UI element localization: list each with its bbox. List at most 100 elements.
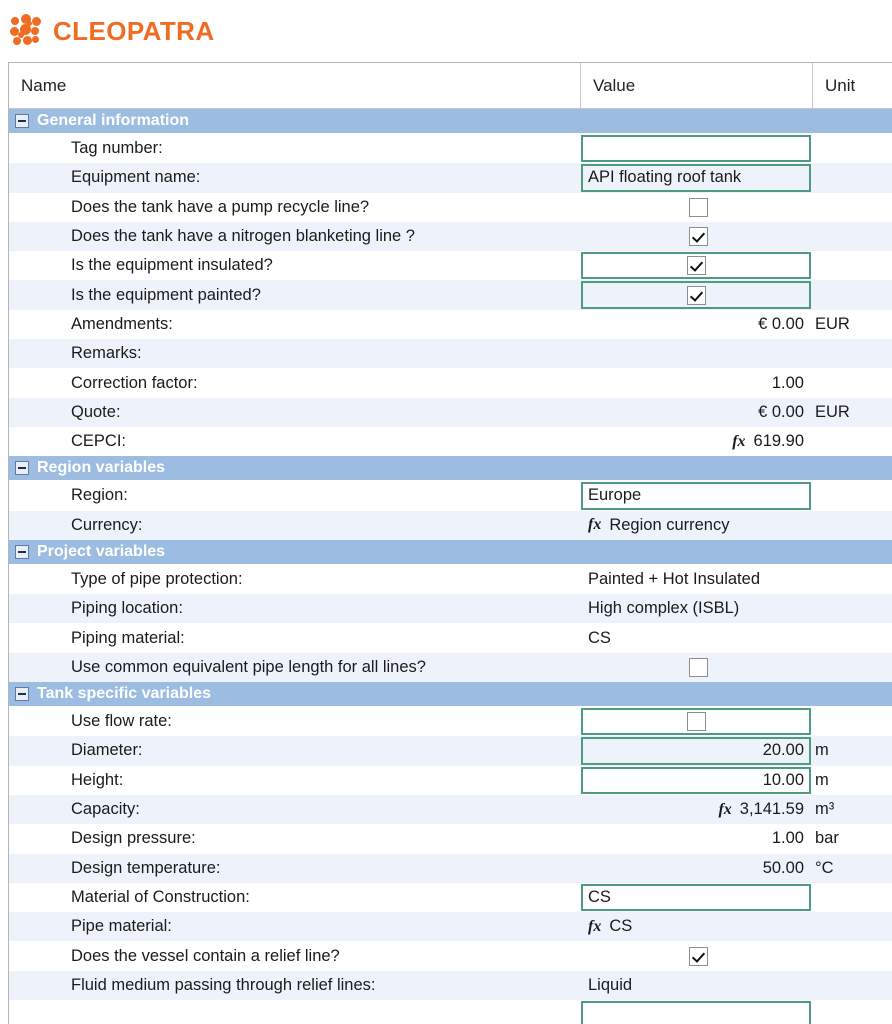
section-title: Region variables — [37, 459, 166, 477]
property-label: Type of pipe protection: — [71, 570, 243, 588]
value-text-wrap: CS — [588, 629, 808, 648]
collapse-minus-icon[interactable] — [15, 114, 29, 128]
property-value-cell: 1.00 — [580, 824, 812, 853]
section-header-row[interactable]: General information — [9, 109, 892, 134]
property-value: 1.00 — [771, 829, 804, 848]
property-value: 20.00 — [762, 741, 804, 760]
property-label: Diameter: — [71, 741, 143, 760]
property-label — [9, 1000, 580, 1024]
property-row: Region: Europe — [9, 481, 892, 511]
checkbox-unchecked[interactable] — [686, 712, 706, 732]
value-text-wrap: fx Region currency — [588, 516, 808, 535]
app-brand-header: CLEOPATRA — [0, 0, 892, 62]
grid-header-row: Name Value Unit — [9, 63, 892, 109]
property-checkbox-cell[interactable] — [580, 653, 812, 682]
property-checkbox-cell[interactable] — [580, 251, 812, 280]
property-row: Capacity: fx 3,141.59 m³ — [9, 794, 892, 825]
property-row: Fluid medium passing through relief line… — [9, 970, 892, 1001]
value-text-wrap: 20.00 — [588, 741, 808, 760]
editable-input-border — [581, 135, 811, 163]
property-checkbox-cell[interactable] — [580, 941, 812, 970]
property-value-cell[interactable]: CS — [580, 883, 812, 912]
collapse-minus-icon[interactable] — [15, 687, 29, 702]
section-header-row[interactable]: Region variables — [9, 456, 892, 482]
section-title: General information — [37, 112, 190, 129]
collapse-minus-icon[interactable] — [15, 461, 29, 476]
property-value-cell: fx Region currency — [580, 511, 812, 540]
property-row: Piping location: High complex (ISBL) — [9, 594, 892, 624]
property-checkbox-cell[interactable] — [580, 280, 812, 309]
checkbox-checked[interactable] — [686, 256, 706, 276]
value-text-wrap: fx 619.90 — [588, 432, 808, 451]
value-text-wrap: € 0.00 — [588, 403, 808, 422]
property-row: Material of Construction: CS — [9, 882, 892, 913]
collapse-minus-icon[interactable] — [15, 544, 29, 559]
property-row: Diameter: 20.00 m — [9, 736, 892, 766]
property-unit — [812, 594, 892, 623]
property-value: Painted + Hot Insulated — [588, 570, 760, 588]
property-value-cell[interactable]: Europe — [580, 481, 812, 510]
formula-fx-icon: fx — [732, 432, 746, 450]
property-row: Currency: fx Region currency — [9, 510, 892, 540]
property-value-cell[interactable] — [580, 134, 812, 163]
property-row — [9, 1000, 892, 1024]
property-value-cell[interactable] — [580, 1000, 812, 1024]
brand-name: CLEOPATRA — [53, 15, 215, 46]
property-value-cell: fx 619.90 — [580, 427, 812, 456]
property-value-cell: CS — [580, 623, 812, 652]
property-row: Remarks: — [9, 339, 892, 369]
property-value-cell: 1.00 — [580, 368, 812, 397]
property-label: Is the equipment insulated? — [71, 256, 273, 275]
column-header-value[interactable]: Value — [580, 63, 812, 108]
checkbox-unchecked[interactable] — [688, 657, 708, 677]
property-row: Does the vessel contain a relief line? — [9, 941, 892, 971]
column-header-unit[interactable]: Unit — [812, 63, 892, 108]
property-label: Design pressure: — [71, 829, 196, 848]
checkbox-checked[interactable] — [688, 227, 708, 247]
property-value: High complex (ISBL) — [588, 599, 740, 618]
checkbox-checked[interactable] — [686, 285, 706, 305]
value-text-wrap: CS — [588, 888, 808, 907]
property-label: Capacity: — [71, 800, 140, 819]
checkbox-wrap — [588, 712, 808, 732]
property-value: CS — [588, 887, 611, 906]
value-text-wrap: € 0.00 — [588, 315, 808, 334]
property-checkbox-cell[interactable] — [580, 222, 812, 251]
property-unit — [812, 222, 892, 251]
property-value-cell[interactable]: 10.00 — [580, 766, 812, 795]
checkbox-checked[interactable] — [688, 946, 708, 966]
property-value-cell: € 0.00 — [580, 398, 812, 427]
property-value-cell: High complex (ISBL) — [580, 594, 812, 623]
property-row: Design pressure: 1.00 bar — [9, 824, 892, 854]
property-row: Amendments: € 0.00 EUR — [9, 309, 892, 340]
property-unit — [812, 941, 892, 970]
property-row: Correction factor: 1.00 — [9, 368, 892, 398]
property-unit: bar — [815, 829, 839, 848]
property-checkbox-cell[interactable] — [580, 707, 812, 736]
property-unit — [812, 912, 892, 941]
property-label: Material of Construction: — [71, 887, 250, 906]
property-unit: °C — [815, 858, 834, 877]
property-unit: m — [815, 741, 829, 760]
property-label: Use common equivalent pipe length for al… — [71, 657, 426, 676]
property-value: CS — [588, 628, 611, 647]
property-unit — [812, 251, 892, 280]
property-value-cell[interactable]: 20.00 — [580, 736, 812, 765]
property-label: Tag number: — [71, 139, 163, 158]
checkbox-wrap — [588, 657, 808, 677]
property-unit: EUR — [815, 314, 850, 333]
section-header-row[interactable]: Project variables — [9, 539, 892, 565]
property-value-cell: Liquid — [580, 971, 812, 1000]
property-grid-page: CLEOPATRA Name Value Unit General inform… — [0, 0, 892, 1024]
property-value-cell: € 0.00 — [580, 310, 812, 339]
checkbox-unchecked[interactable] — [688, 197, 708, 217]
property-unit — [812, 707, 892, 736]
section-title: Project variables — [37, 542, 166, 560]
property-value-cell[interactable]: API floating roof tank — [580, 163, 812, 192]
checkbox-wrap — [588, 256, 808, 276]
properties-grid: Name Value Unit General information Tag n… — [8, 62, 892, 1024]
property-checkbox-cell[interactable] — [580, 193, 812, 222]
column-header-name[interactable]: Name — [9, 63, 580, 108]
property-value: € 0.00 — [758, 314, 804, 333]
section-header-row[interactable]: Tank specific variables — [9, 682, 892, 708]
